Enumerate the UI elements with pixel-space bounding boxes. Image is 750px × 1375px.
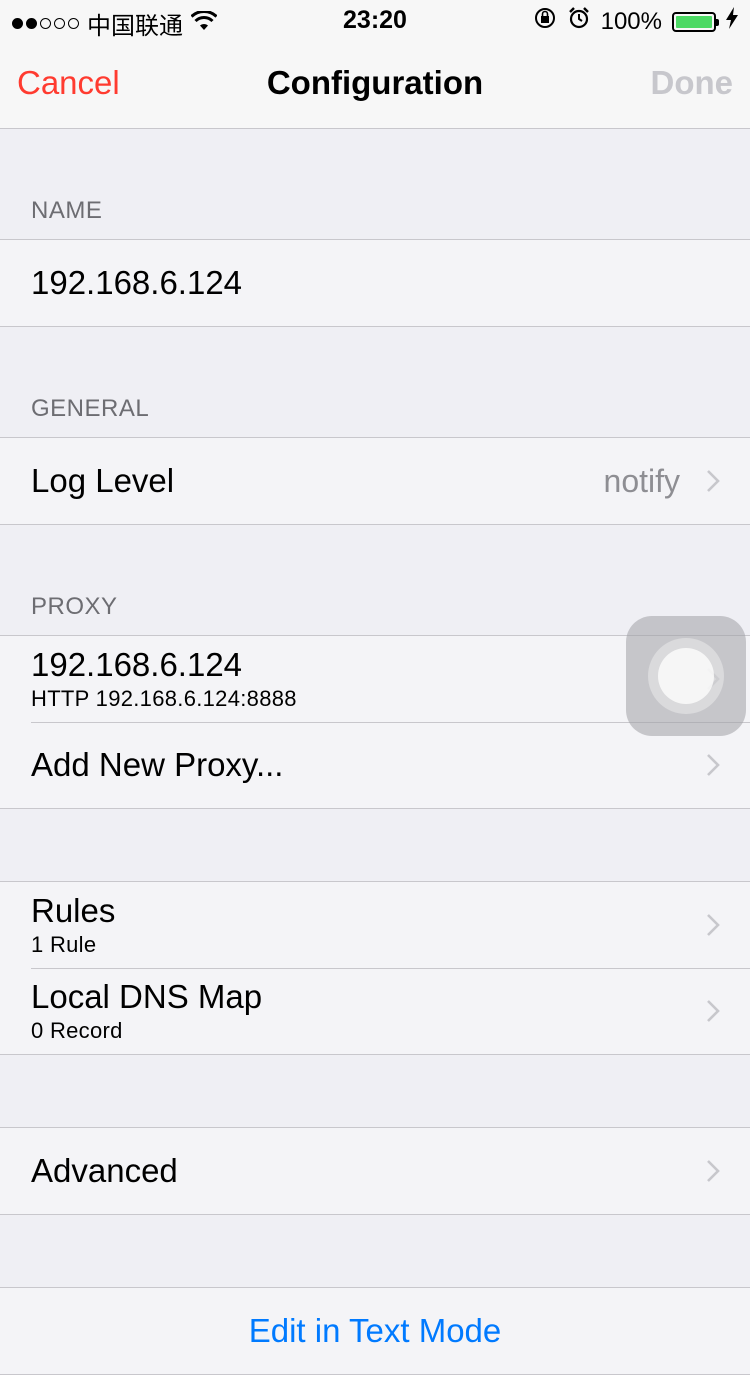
log-level-value: notify xyxy=(603,462,680,499)
local-dns-map-subtitle: 0 Record xyxy=(31,1018,123,1043)
advanced-group: Advanced xyxy=(0,1127,750,1215)
name-group: 192.168.6.124 xyxy=(0,239,750,327)
add-new-proxy-row[interactable]: Add New Proxy... xyxy=(0,722,750,808)
log-level-row[interactable]: Log Level notify xyxy=(0,438,750,524)
rules-row[interactable]: Rules 1 Rule xyxy=(0,882,750,968)
rotation-lock-icon xyxy=(533,6,557,37)
section-header-name: NAME xyxy=(31,197,103,224)
navigation-bar: Cancel Configuration Done xyxy=(0,40,750,129)
local-dns-map-title: Local DNS Map xyxy=(31,978,263,1015)
advanced-row[interactable]: Advanced xyxy=(0,1128,750,1214)
page-title: Configuration xyxy=(266,64,484,101)
name-field[interactable]: 192.168.6.124 xyxy=(0,240,750,326)
rules-title: Rules xyxy=(31,892,116,929)
advanced-label: Advanced xyxy=(31,1152,178,1189)
section-header-proxy: PROXY xyxy=(31,593,118,620)
section-header-general: GENERAL xyxy=(31,395,150,422)
general-group: Log Level notify xyxy=(0,437,750,525)
battery-icon xyxy=(672,11,719,32)
footer-group: Edit in Text Mode xyxy=(0,1287,750,1375)
chevron-right-icon xyxy=(707,470,720,492)
local-dns-map-row[interactable]: Local DNS Map 0 Record xyxy=(0,968,750,1054)
battery-percent: 100% xyxy=(600,7,662,35)
chevron-right-icon xyxy=(707,1160,720,1182)
charging-bolt-icon xyxy=(726,7,738,36)
done-button[interactable]: Done xyxy=(651,64,734,102)
chevron-right-icon xyxy=(707,1000,720,1022)
chevron-right-icon xyxy=(707,754,720,776)
assistive-touch-button[interactable] xyxy=(626,616,746,736)
rules-group: Rules 1 Rule Local DNS Map 0 Record xyxy=(0,881,750,1055)
settings-table: NAME 192.168.6.124 GENERAL Log Level not… xyxy=(0,129,750,1375)
add-new-proxy-label: Add New Proxy... xyxy=(31,746,284,783)
alarm-icon xyxy=(567,6,591,37)
chevron-right-icon xyxy=(707,914,720,936)
assistive-touch-icon xyxy=(648,638,724,714)
edit-in-text-mode-button[interactable]: Edit in Text Mode xyxy=(0,1288,750,1374)
rules-subtitle: 1 Rule xyxy=(31,932,97,957)
status-bar-right: 100% xyxy=(533,6,738,37)
status-bar: 中国联通 23:20 100% xyxy=(0,0,750,40)
name-value: 192.168.6.124 xyxy=(31,264,243,301)
